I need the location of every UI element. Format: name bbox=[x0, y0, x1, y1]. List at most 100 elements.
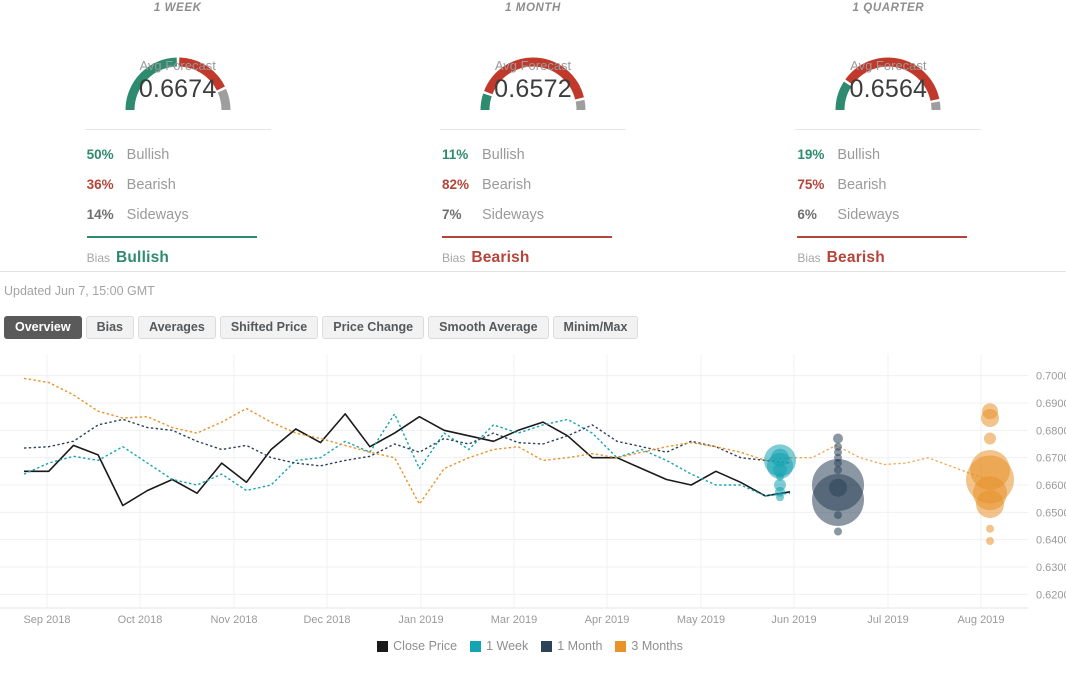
panel-title: 1 MONTH bbox=[505, 2, 561, 14]
y-axis-tick-label: 0.6500 bbox=[1036, 507, 1066, 519]
gauge-arc-gray bbox=[217, 88, 231, 111]
gauge-arc-group bbox=[125, 57, 231, 111]
forecast-summary-strip: 1 WEEK Avg Forecast 0.6674 50% Bullish 3 bbox=[0, 0, 1066, 272]
forecast-bubble bbox=[986, 537, 994, 545]
sentiment-row-sideways: 14% Sideways bbox=[85, 200, 271, 230]
updated-timestamp: Updated Jun 7, 15:00 GMT bbox=[4, 284, 155, 298]
y-axis-tick-label: 0.6300 bbox=[1036, 562, 1066, 574]
sideways-label: Sideways bbox=[481, 207, 545, 223]
gauge-arc-svg bbox=[835, 57, 941, 111]
panel-title: 1 WEEK bbox=[153, 2, 202, 14]
bullish-label: Bullish bbox=[837, 147, 881, 163]
y-axis-tick-label: 0.6400 bbox=[1036, 535, 1066, 547]
bias-row: Bias Bearish bbox=[440, 249, 626, 267]
sideways-percent: 14% bbox=[86, 207, 114, 222]
gauge-arc-gray bbox=[575, 99, 586, 111]
bias-row: Bias Bearish bbox=[795, 249, 981, 267]
bullish-label: Bullish bbox=[481, 147, 525, 163]
sideways-percent: 6% bbox=[797, 207, 817, 222]
gauge-1-quarter: Avg Forecast 0.6564 bbox=[711, 16, 1066, 120]
x-axis-tick-label: May 2019 bbox=[677, 614, 725, 626]
tab-smooth-average[interactable]: Smooth Average bbox=[428, 316, 549, 339]
legend-item-3-months[interactable]: 3 Months bbox=[615, 639, 683, 653]
x-axis-tick-label: Sep 2018 bbox=[23, 614, 70, 626]
gauge-1-month: Avg Forecast 0.6572 bbox=[355, 16, 710, 120]
sentiment-list: 19% Bullish 75% Bearish 6% Sideways Bias… bbox=[795, 130, 981, 267]
x-axis-tick-label: Oct 2018 bbox=[118, 614, 163, 626]
x-axis-tick-label: Aug 2019 bbox=[957, 614, 1004, 626]
legend-item-close-price[interactable]: Close Price bbox=[377, 639, 457, 653]
forecast-bubble bbox=[986, 524, 994, 533]
forecast-bubble bbox=[834, 527, 842, 536]
bias-underline bbox=[797, 236, 968, 238]
bias-underline bbox=[441, 236, 612, 238]
gauge-arc-group bbox=[480, 57, 586, 111]
legend-label: Close Price bbox=[393, 639, 458, 653]
sentiment-list: 11% Bullish 82% Bearish 7% Sideways Bias… bbox=[440, 130, 626, 267]
legend-swatch-3-months-icon bbox=[615, 640, 627, 652]
forecast-bubble bbox=[976, 490, 1004, 519]
tab-price-change[interactable]: Price Change bbox=[322, 316, 425, 339]
bullish-percent: 50% bbox=[86, 147, 114, 162]
chart-svg[interactable]: 0.7000 0.6900 0.6800 0.6700 0.6600 0.6500 0.64… bbox=[0, 354, 1066, 638]
sentiment-row-sideways: 7% Sideways bbox=[440, 200, 626, 230]
legend-swatch-1-month-icon bbox=[541, 640, 553, 652]
bias-underline bbox=[86, 236, 257, 238]
y-axis-tick-label: 0.6200 bbox=[1036, 589, 1066, 601]
sentiment-row-bearish: 82% Bearish bbox=[440, 170, 626, 200]
gauge-arc-green bbox=[835, 81, 852, 111]
bias-value: Bearish bbox=[471, 249, 530, 266]
bearish-percent: 36% bbox=[86, 177, 114, 192]
legend-label: 3 Months bbox=[631, 639, 683, 653]
bias-label: Bias bbox=[797, 251, 821, 265]
sentiment-row-bullish: 11% Bullish bbox=[440, 140, 626, 170]
gauge-arc-red bbox=[845, 57, 940, 101]
bias-row: Bias Bullish bbox=[85, 249, 271, 267]
tab-minim-max[interactable]: Minim/Max bbox=[552, 316, 639, 339]
chart-y-axis-labels: 0.7000 0.6900 0.6800 0.6700 0.6600 0.6500 0.64… bbox=[1036, 371, 1066, 602]
sentiment-row-sideways: 6% Sideways bbox=[795, 200, 981, 230]
x-axis-tick-label: Jun 2019 bbox=[771, 614, 816, 626]
chart-view-tabs: Overview Bias Averages Shifted Price Pri… bbox=[0, 316, 1066, 342]
legend-item-1-week[interactable]: 1 Week bbox=[470, 639, 528, 653]
panel-title: 1 QUARTER bbox=[852, 2, 925, 14]
bearish-percent: 82% bbox=[441, 177, 470, 192]
gauge-1-week: Avg Forecast 0.6674 bbox=[0, 16, 355, 120]
tab-averages[interactable]: Averages bbox=[138, 316, 216, 339]
y-axis-tick-label: 0.6600 bbox=[1036, 480, 1066, 492]
y-axis-tick-label: 0.7000 bbox=[1036, 371, 1066, 383]
bias-value: Bearish bbox=[826, 249, 885, 266]
chart-gridlines bbox=[0, 354, 1028, 609]
x-axis-tick-label: Mar 2019 bbox=[491, 614, 537, 626]
gauge-arc-gray bbox=[931, 101, 941, 111]
forecast-bubble bbox=[981, 409, 999, 427]
chart-forecast-bubbles bbox=[764, 403, 1014, 545]
x-axis-tick-label: Nov 2018 bbox=[210, 614, 257, 626]
bias-label: Bias bbox=[441, 251, 466, 265]
y-axis-tick-label: 0.6900 bbox=[1036, 398, 1066, 410]
bearish-label: Bearish bbox=[481, 177, 532, 193]
forecast-panel-1-week: 1 WEEK Avg Forecast 0.6674 50% Bullish 3 bbox=[0, 0, 355, 271]
forecast-panel-1-month: 1 MONTH Avg Forecast 0.6572 11% Bullish bbox=[355, 0, 710, 271]
sentiment-row-bullish: 19% Bullish bbox=[795, 140, 981, 170]
bias-value: Bullish bbox=[116, 249, 170, 266]
tab-overview[interactable]: Overview bbox=[4, 316, 82, 339]
chart-legend: Close Price 1 Week 1 Month 3 Months bbox=[0, 638, 1066, 654]
legend-item-1-month[interactable]: 1 Month bbox=[541, 639, 602, 653]
forecast-bubble bbox=[984, 432, 996, 445]
legend-swatch-1-week-icon bbox=[470, 640, 482, 652]
chart-line-1-week bbox=[23, 413, 791, 497]
tab-shifted-price[interactable]: Shifted Price bbox=[219, 316, 319, 339]
tab-bias[interactable]: Bias bbox=[85, 316, 134, 339]
y-axis-tick-label: 0.6800 bbox=[1036, 425, 1066, 437]
forecast-chart[interactable]: 0.7000 0.6900 0.6800 0.6700 0.6600 0.6500 0.64… bbox=[0, 354, 1066, 654]
forecast-bubble bbox=[833, 433, 843, 444]
forecast-bubble bbox=[834, 511, 842, 520]
x-axis-tick-label: Dec 2018 bbox=[303, 614, 350, 626]
sentiment-row-bearish: 36% Bearish bbox=[85, 170, 271, 200]
x-axis-tick-label: Jul 2019 bbox=[867, 614, 909, 626]
gauge-arc-green bbox=[125, 57, 177, 111]
gauge-arc-svg bbox=[125, 57, 231, 111]
forecast-panel-1-quarter: 1 QUARTER Avg Forecast 0.6564 19% Bullis… bbox=[711, 0, 1066, 271]
gauge-arc-red bbox=[484, 57, 584, 100]
